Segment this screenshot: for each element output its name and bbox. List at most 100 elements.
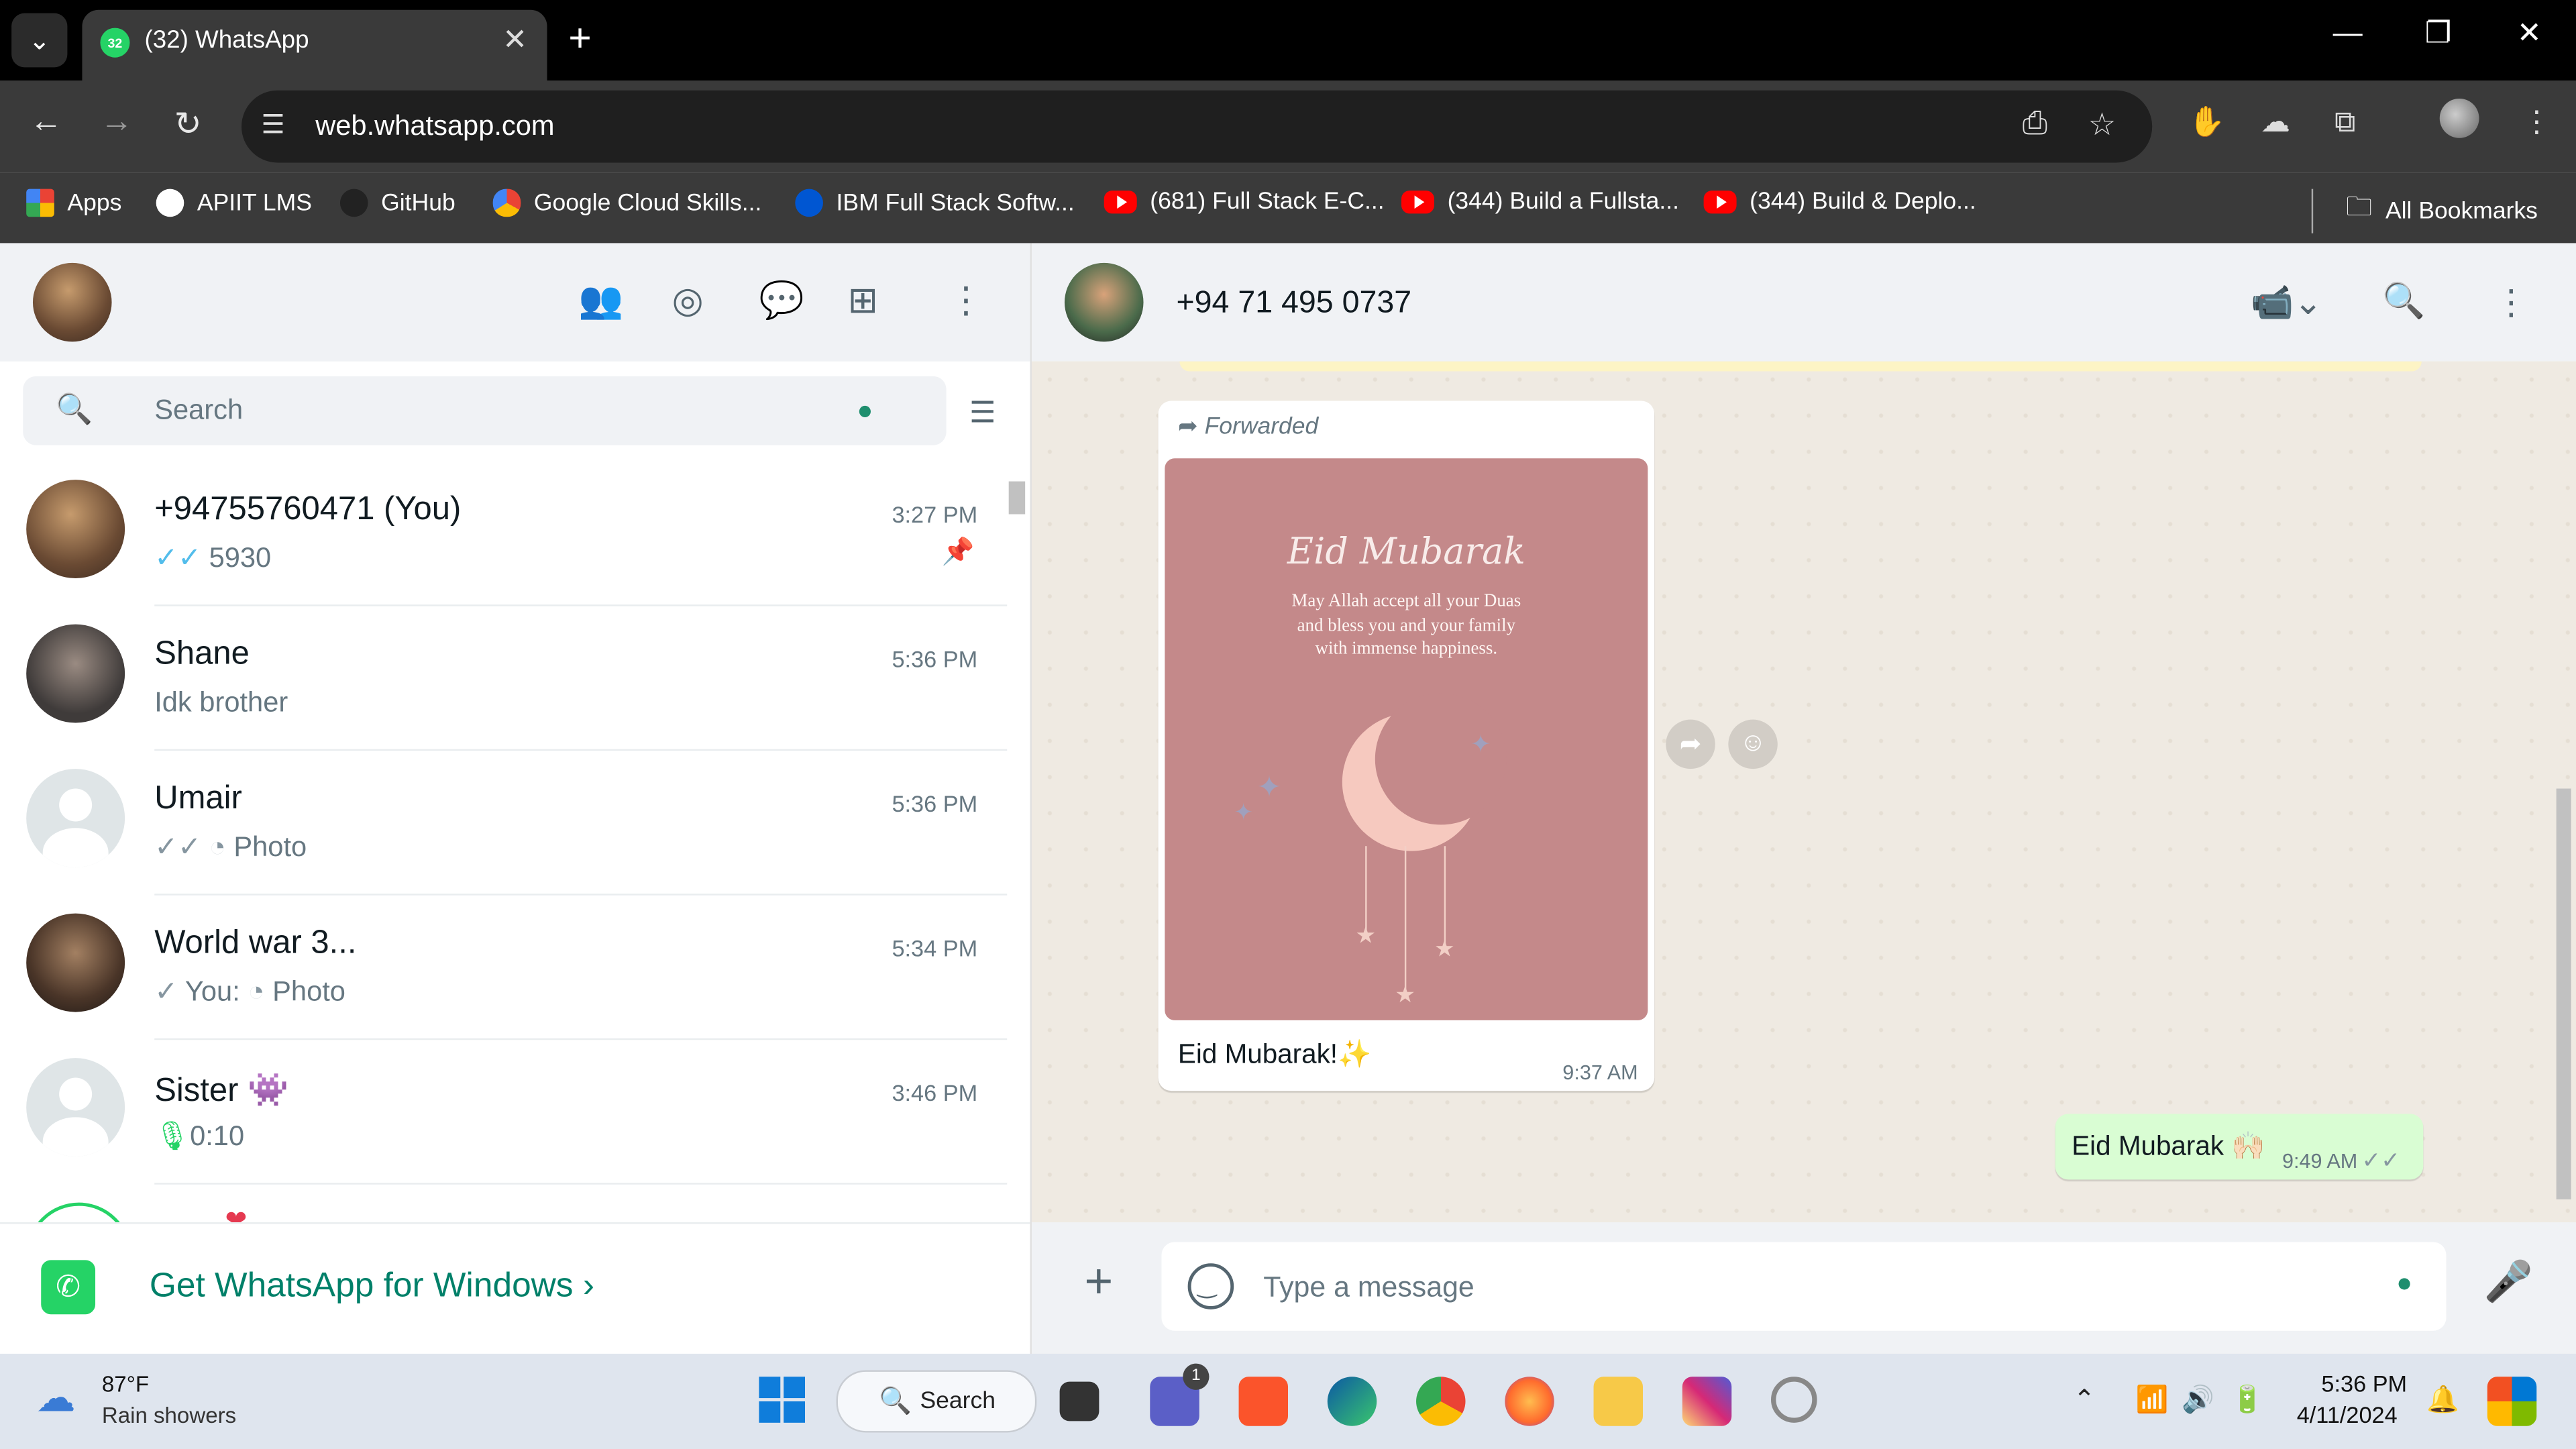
message-scrollbar[interactable] <box>2556 788 2571 1199</box>
chat-item-world-war[interactable]: World war 3... ✓ You: ◔ Photo 5:34 PM <box>0 896 1030 1040</box>
install-app-icon[interactable]: ⎙ <box>2023 107 2047 143</box>
chat-name: Umair <box>154 780 242 817</box>
bookmark-google-cloud[interactable]: Google Cloud Skills... <box>492 189 761 217</box>
delivered-ticks-icon: ✓✓ <box>2361 1146 2400 1173</box>
chat-time: 5:34 PM <box>892 934 978 961</box>
contact-name[interactable]: +94 71 495 0737 <box>1176 286 1411 322</box>
copilot-icon[interactable] <box>2487 1377 2537 1426</box>
hanging-vine <box>1444 846 1446 949</box>
chat-item-shane[interactable]: Shane Idk brother 5:36 PM <box>0 606 1030 751</box>
emoji-icon[interactable] <box>1187 1263 1234 1309</box>
search-icon[interactable]: 🔍 <box>2382 282 2425 322</box>
sidebar-menu-icon[interactable]: ⋮ <box>948 279 984 322</box>
teams-badge: 1 <box>1183 1363 1210 1390</box>
bookmark-github[interactable]: GitHub <box>339 189 455 217</box>
instagram-icon[interactable] <box>1682 1377 1732 1426</box>
tray-overflow-icon[interactable]: ⌃ <box>2074 1383 2096 1416</box>
chat-item-umair[interactable]: Umair ✓✓ ◔ Photo 5:36 PM <box>0 751 1030 896</box>
avatar <box>26 480 125 579</box>
adblock-extension-icon[interactable]: ✋ <box>2188 105 2225 140</box>
tab-search-button[interactable]: ⌄ <box>11 13 68 68</box>
firefox-browser-icon[interactable] <box>1505 1377 1554 1426</box>
teams-icon[interactable]: 1 <box>1150 1363 1210 1426</box>
new-chat-icon[interactable]: ⊞ <box>848 279 878 322</box>
chrome-browser-icon[interactable] <box>1416 1377 1466 1426</box>
video-call-icon[interactable]: 📹⌄ <box>2251 282 2322 323</box>
coursera-icon <box>795 189 823 217</box>
chat-list-scrollbar[interactable] <box>1008 481 1026 515</box>
all-bookmarks[interactable]: 🗀 All Bookmarks <box>2311 189 2538 233</box>
profile-avatar[interactable] <box>2439 98 2479 138</box>
chat-menu-icon[interactable]: ⋮ <box>2494 282 2528 323</box>
wifi-icon[interactable]: 📶 <box>2136 1383 2169 1416</box>
bookmark-youtube-2[interactable]: (344) Build a Fullsta... <box>1401 189 1679 215</box>
tab-close-icon[interactable]: ✕ <box>502 23 527 57</box>
forward-button[interactable]: → <box>100 103 133 141</box>
star-icon: ★ <box>1355 921 1377 949</box>
forward-icon[interactable]: ➦ <box>1666 719 1715 769</box>
file-explorer-icon[interactable] <box>1593 1377 1643 1426</box>
browser-menu-icon[interactable]: ⋮ <box>2522 105 2551 140</box>
minimize-button[interactable]: — <box>2333 16 2363 50</box>
chat-item-partial[interactable]: ❤ <box>0 1185 1030 1223</box>
extensions-puzzle-icon[interactable]: ⧉ <box>2334 105 2355 140</box>
restore-button[interactable]: ❐ <box>2425 16 2452 50</box>
filter-icon[interactable]: ☰ <box>969 396 996 430</box>
back-button[interactable]: ← <box>30 103 62 141</box>
notification-bell-icon[interactable]: 🔔 <box>2426 1383 2459 1416</box>
brave-browser-icon[interactable] <box>1238 1377 1289 1426</box>
app-ring-icon[interactable] <box>1771 1377 1817 1423</box>
microphone-icon[interactable]: 🎤 <box>2484 1258 2533 1306</box>
battery-icon[interactable]: 🔋 <box>2231 1383 2264 1416</box>
message-input[interactable]: Type a message <box>1161 1242 2447 1331</box>
attach-plus-icon[interactable]: + <box>1084 1255 1113 1311</box>
bookmark-youtube-1[interactable]: (681) Full Stack E-C... <box>1104 189 1385 215</box>
site-info-icon[interactable]: ☰ <box>261 109 284 142</box>
start-button[interactable] <box>759 1377 806 1423</box>
communities-icon[interactable]: 👥 <box>578 279 623 322</box>
status-icon[interactable]: ◎ <box>672 279 704 322</box>
star-icon: ★ <box>1434 934 1455 961</box>
message-text: Eid Mubarak 🙌🏻 <box>2072 1132 2265 1162</box>
clock-date[interactable]: 4/11/2024 <box>2297 1401 2398 1428</box>
window-close-button[interactable]: ✕ <box>2517 16 2542 50</box>
heart-emoji-icon: ❤ <box>225 1208 248 1223</box>
chat-item-self[interactable]: +94755760471 (You) ✓✓ 5930 3:27 PM 📌 <box>0 462 1030 606</box>
bookmark-youtube-3[interactable]: (344) Build & Deplo... <box>1703 189 1976 215</box>
volume-icon[interactable]: 🔊 <box>2182 1383 2214 1416</box>
bookmark-star-icon[interactable]: ☆ <box>2088 107 2116 144</box>
outgoing-message[interactable]: Eid Mubarak 🙌🏻 9:49 AM ✓✓ <box>2055 1114 2424 1180</box>
tab-whatsapp[interactable]: 32 (32) WhatsApp ✕ <box>82 9 547 81</box>
bookmark-ibm[interactable]: IBM Full Stack Softw... <box>795 189 1075 217</box>
get-app-link[interactable]: Get WhatsApp for Windows › <box>150 1267 594 1306</box>
search-box[interactable]: 🔍 Search <box>23 376 947 445</box>
chat-item-sister[interactable]: Sister 👾 🎙0:10 3:46 PM <box>0 1040 1030 1185</box>
globe-icon <box>156 189 184 217</box>
weather-rain-icon[interactable]: ☁ <box>36 1375 76 1423</box>
bookmark-apiit[interactable]: APIIT LMS <box>156 189 312 217</box>
star-icon: ✦ <box>1470 731 1491 759</box>
search-input[interactable]: Search <box>154 394 243 427</box>
task-view-icon[interactable] <box>1059 1381 1099 1421</box>
clock-time[interactable]: 5:36 PM <box>2321 1370 2407 1396</box>
react-emoji-icon[interactable]: ☺ <box>1728 719 1778 769</box>
mic-icon: 🎙 <box>154 1120 191 1152</box>
star-icon: ★ <box>1395 981 1415 1008</box>
incoming-message[interactable]: ➦ Forwarded Eid Mubarak May Allah accept… <box>1158 400 1655 1091</box>
address-bar[interactable]: ☰ web.whatsapp.com ⎙ ☆ <box>241 90 2153 163</box>
channels-icon[interactable]: 💬 <box>759 279 804 322</box>
contact-avatar[interactable] <box>1064 262 1144 342</box>
default-avatar-icon <box>26 769 125 868</box>
get-app-banner[interactable]: ✆ Get WhatsApp for Windows › <box>0 1222 1030 1356</box>
cloud-extension-icon[interactable]: ☁ <box>2261 105 2290 140</box>
chat-time: 3:46 PM <box>892 1079 978 1106</box>
edge-browser-icon[interactable] <box>1327 1377 1377 1426</box>
my-profile-avatar[interactable] <box>32 262 112 342</box>
avatar <box>26 624 125 723</box>
reload-button[interactable]: ↻ <box>174 103 202 144</box>
eid-image[interactable]: Eid Mubarak May Allah accept all your Du… <box>1165 458 1648 1020</box>
taskbar-search[interactable]: 🔍 Search <box>836 1370 1037 1433</box>
bookmark-apps[interactable]: Apps <box>26 189 121 217</box>
chat-name: World war 3... <box>154 924 357 961</box>
new-tab-button[interactable]: + <box>568 16 591 62</box>
